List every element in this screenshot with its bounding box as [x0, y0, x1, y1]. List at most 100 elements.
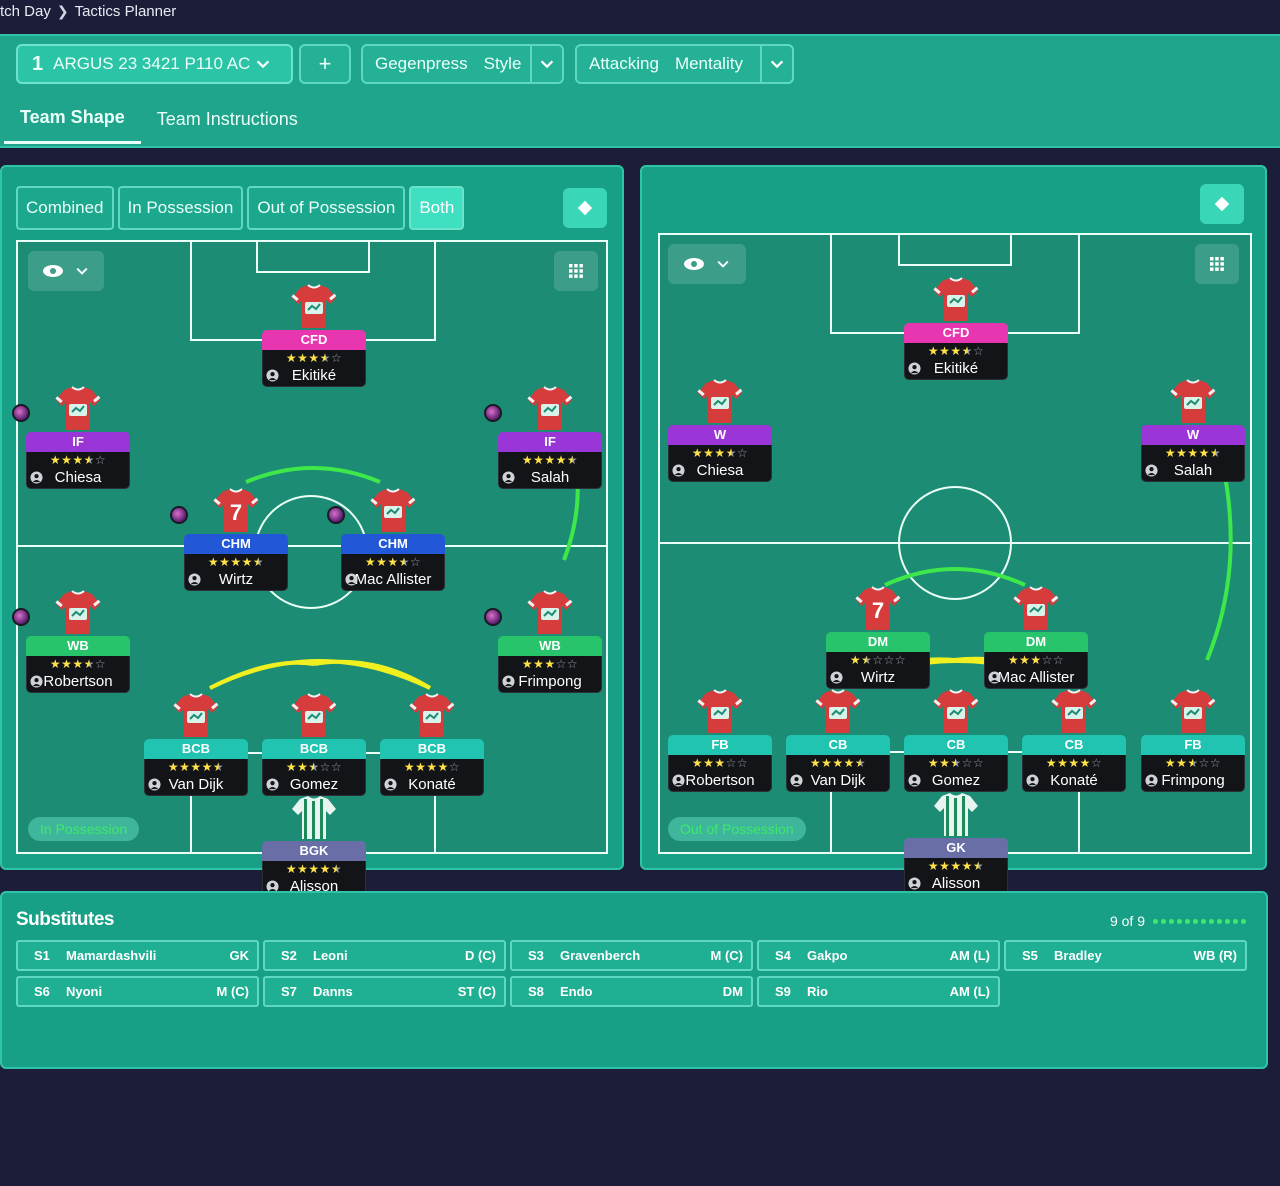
diamond-icon[interactable] — [1200, 184, 1244, 224]
player-card[interactable]: BCB ★★★★★ Van Dijk — [144, 693, 248, 796]
player-card[interactable]: W ★★★★☆ Chiesa — [668, 379, 772, 482]
substitute-item[interactable]: S8 Endo DM — [510, 976, 753, 1007]
substitutes-title: Substitutes — [16, 909, 114, 930]
player-card[interactable]: IF ★★★★☆ Chiesa — [12, 386, 130, 489]
player-name: Wirtz — [827, 668, 929, 688]
player-name: Van Dijk — [145, 775, 247, 795]
visibility-toggle[interactable] — [28, 251, 104, 291]
player-card[interactable]: W ★★★★★ Salah — [1141, 379, 1245, 482]
shirt-icon — [696, 687, 744, 735]
eye-icon — [43, 265, 63, 277]
player-card[interactable]: CHM ★★★★☆ Mac Allister — [327, 488, 445, 591]
star-rating: ★★★★★ — [809, 756, 867, 770]
substitute-item[interactable]: S1 Mamardashvili GK — [16, 940, 259, 971]
player-name-text: Robertson — [43, 673, 113, 690]
left-shape-panel: Combined In Possession Out of Possession… — [0, 165, 624, 898]
role-badge: BCB — [262, 739, 366, 759]
filter-combined[interactable]: Combined — [16, 186, 114, 230]
sub-name: Mamardashvili — [66, 948, 157, 963]
player-card[interactable]: BCB ★★★★☆ Konaté — [380, 693, 484, 796]
substitute-item[interactable]: S6 Nyoni M (C) — [16, 976, 259, 1007]
player-name: Mac Allister — [342, 570, 444, 590]
substitute-item[interactable]: S2 Leoni D (C) — [263, 940, 506, 971]
chevron-down-icon — [76, 267, 88, 275]
shirt-icon — [369, 486, 417, 534]
sub-name: Rio — [807, 984, 828, 999]
diamond-icon[interactable] — [563, 188, 607, 228]
star-rating: ★★★★☆ — [364, 555, 422, 569]
substitute-item[interactable]: S5 Bradley WB (R) — [1004, 940, 1247, 971]
star-rating: ★★★★★ — [1164, 446, 1222, 460]
person-icon — [188, 573, 201, 586]
role-badge: W — [1141, 425, 1245, 445]
role-badge: IF — [498, 432, 602, 452]
visibility-toggle[interactable] — [668, 244, 746, 284]
card-body: ★★☆☆☆ Wirtz — [826, 652, 930, 689]
card-body: ★★★☆☆ Robertson — [668, 755, 772, 792]
substitute-item[interactable]: S3 Gravenberch M (C) — [510, 940, 753, 971]
star-rating: ★★☆☆☆ — [849, 653, 907, 667]
shirt-icon — [54, 384, 102, 432]
grid-icon[interactable] — [1195, 244, 1239, 284]
player-card[interactable]: 7 DM ★★☆☆☆ Wirtz — [826, 586, 930, 689]
trait-orb-icon[interactable] — [327, 506, 345, 524]
style-selector[interactable]: Gegenpress Style — [361, 44, 564, 84]
trait-orb-icon[interactable] — [170, 506, 188, 524]
tab-team-instructions[interactable]: Team Instructions — [141, 94, 314, 144]
person-icon — [502, 675, 515, 688]
player-card[interactable]: DM ★★★☆☆ Mac Allister — [984, 586, 1088, 689]
trait-orb-icon[interactable] — [484, 608, 502, 626]
card-body: ★★★★★ Van Dijk — [786, 755, 890, 792]
sub-name: Danns — [313, 984, 353, 999]
trait-orb-icon[interactable] — [484, 404, 502, 422]
role-badge: IF — [26, 432, 130, 452]
person-icon — [1145, 774, 1158, 787]
player-card[interactable]: CB ★★★★★ Van Dijk — [786, 689, 890, 792]
filter-out-of-possession[interactable]: Out of Possession — [247, 186, 406, 230]
filter-in-possession[interactable]: In Possession — [117, 186, 244, 230]
player-card[interactable]: 7 CHM ★★★★★ Wirtz — [170, 488, 288, 591]
card-body: ★★★★★ Wirtz — [184, 554, 288, 591]
card-body: ★★★☆☆ Gomez — [904, 755, 1008, 792]
player-card[interactable]: CB ★★★☆☆ Gomez — [904, 689, 1008, 792]
player-name-text: Alisson — [931, 875, 981, 892]
role-badge: CB — [1022, 735, 1126, 755]
substitute-item[interactable]: S7 Danns ST (C) — [263, 976, 506, 1007]
add-tactic-button[interactable]: + — [299, 44, 351, 84]
player-card[interactable]: BGK ★★★★★ Alisson — [262, 796, 366, 898]
player-card[interactable]: WB ★★★☆☆ Frimpong — [484, 590, 602, 693]
breadcrumb-parent[interactable]: tch Day — [0, 3, 51, 20]
player-name: Chiesa — [669, 461, 771, 481]
player-card[interactable]: FB ★★★☆☆ Robertson — [668, 689, 772, 792]
player-card[interactable]: GK ★★★★★ Alisson — [904, 793, 1008, 895]
player-card[interactable]: CB ★★★★☆ Konaté — [1022, 689, 1126, 792]
mentality-selector[interactable]: Attacking Mentality — [575, 44, 794, 84]
substitute-item[interactable]: S4 Gakpo AM (L) — [757, 940, 1000, 971]
chevron-down-icon[interactable] — [247, 46, 279, 82]
shirt-icon — [932, 687, 980, 735]
tab-team-shape[interactable]: Team Shape — [4, 94, 141, 144]
tactic-selector[interactable]: 1 ARGUS 23 3421 P110 AC — [16, 44, 293, 84]
person-icon — [266, 778, 279, 791]
filter-both[interactable]: Both — [409, 186, 465, 230]
player-card[interactable]: CFD ★★★★☆ Ekitiké — [904, 277, 1008, 380]
substitute-item[interactable]: S9 Rio AM (L) — [757, 976, 1000, 1007]
player-card[interactable]: CFD ★★★★☆ Ekitiké — [262, 284, 366, 387]
player-card[interactable]: FB ★★★☆☆ Frimpong — [1141, 689, 1245, 792]
chevron-down-icon[interactable] — [530, 46, 562, 82]
trait-orb-icon[interactable] — [12, 608, 30, 626]
player-name-text: Frimpong — [518, 673, 582, 690]
player-card[interactable]: WB ★★★★☆ Robertson — [12, 590, 130, 693]
trait-orb-icon[interactable] — [12, 404, 30, 422]
grid-icon[interactable] — [554, 251, 598, 291]
star-rating: ★★★★★ — [927, 859, 985, 873]
player-name: Salah — [1142, 461, 1244, 481]
player-card[interactable]: BCB ★★★☆☆ Gomez — [262, 693, 366, 796]
shirt-icon — [696, 377, 744, 425]
chevron-down-icon[interactable] — [760, 46, 792, 82]
phase-label: Out of Possession — [668, 817, 806, 841]
shirt-icon — [172, 691, 220, 739]
role-badge: CHM — [184, 534, 288, 554]
role-badge: CFD — [262, 330, 366, 350]
player-card[interactable]: IF ★★★★★ Salah — [484, 386, 602, 489]
